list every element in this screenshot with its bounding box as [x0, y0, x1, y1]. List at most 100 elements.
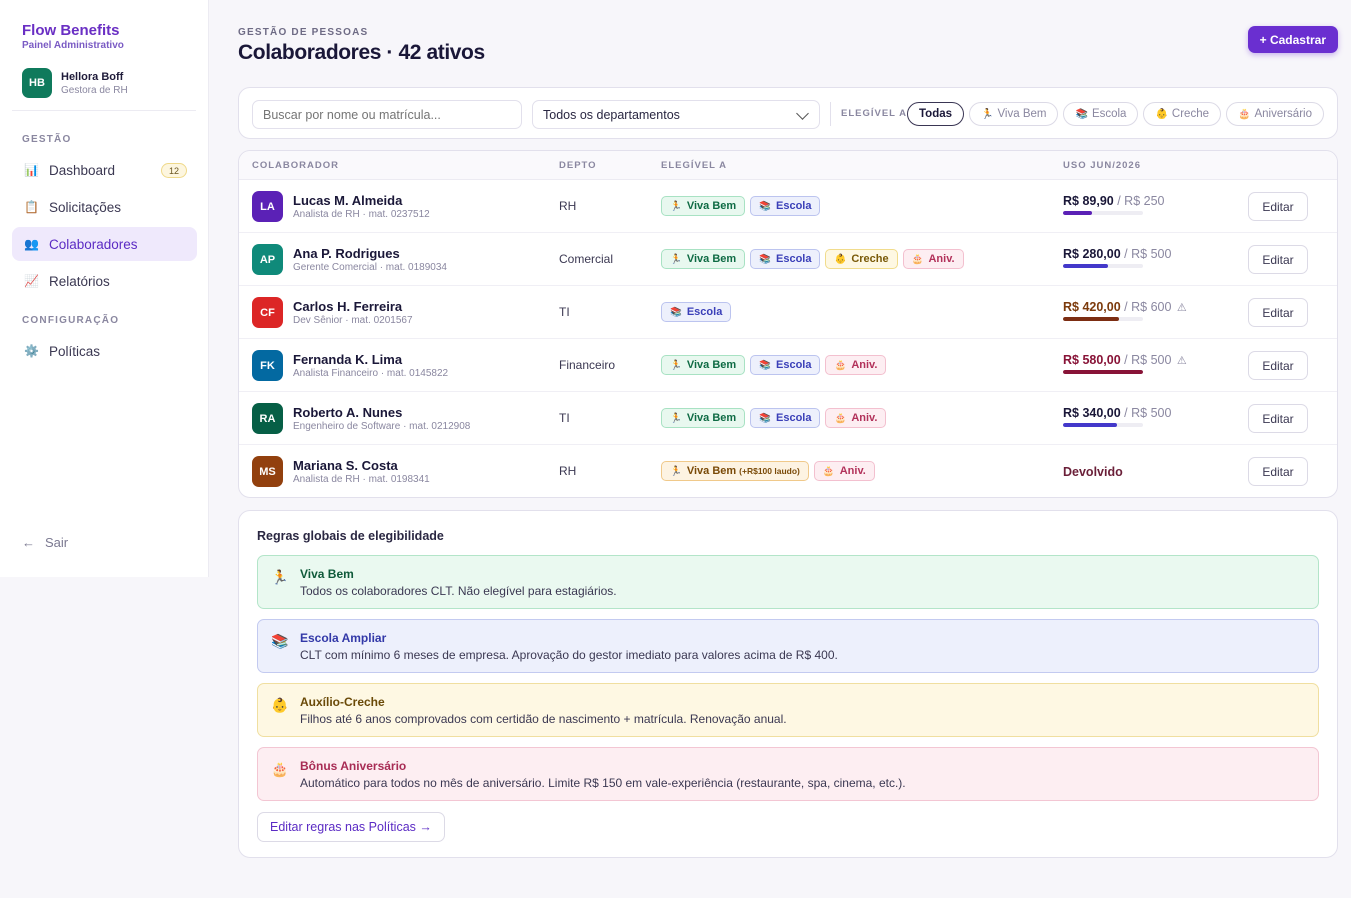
sidebar-item-colaboradores[interactable]: 👥 Colaboradores: [12, 227, 197, 261]
rule-description: Automático para todos no mês de aniversá…: [300, 776, 906, 790]
employee-name: Ana P. Rodrigues: [293, 246, 400, 261]
baby-icon: 👶: [834, 253, 847, 265]
benefit-tag-label: Aniv.: [851, 359, 878, 371]
filter-chip-viva-bem[interactable]: 🏃 Viva Bem: [969, 102, 1059, 126]
employee-name: Roberto A. Nunes: [293, 405, 403, 420]
usage-progress-bar: [1063, 370, 1143, 374]
usage-cell: R$ 580,00 / R$ 500 ⚠: [1063, 353, 1187, 374]
sidebar-section-configuracao: CONFIGURAÇÃO: [22, 315, 120, 326]
employee-department: RH: [559, 464, 577, 478]
running-icon: 🏃: [271, 569, 289, 585]
employee-department: TI: [559, 305, 570, 319]
benefit-tag: 📚 Escola: [750, 355, 821, 375]
usage-used: R$ 420,00: [1063, 300, 1121, 314]
usage-cell: R$ 420,00 / R$ 600 ⚠: [1063, 300, 1187, 321]
running-icon: 🏃: [670, 412, 682, 424]
cake-icon: 🎂: [911, 253, 924, 265]
benefit-tag: 🏃 Viva Bem: [661, 355, 746, 375]
edit-rules-link[interactable]: Editar regras nas Políticas →: [257, 812, 445, 842]
column-header-colaborador: COLABORADOR: [252, 160, 339, 171]
sidebar-item-label: Colaboradores: [49, 236, 138, 252]
filter-chip-label: Escola: [1091, 108, 1127, 120]
logout-button[interactable]: ← Sair: [22, 535, 68, 550]
edit-button[interactable]: Editar: [1248, 298, 1308, 327]
chart-icon: 📊: [24, 163, 39, 177]
sidebar-item-politicas[interactable]: ⚙️ Políticas: [12, 334, 197, 368]
usage-amount: R$ 280,00 / R$ 500: [1063, 247, 1171, 261]
benefit-tag-note: (+R$100 laudo): [739, 466, 800, 476]
usage-limit: / R$ 500: [1124, 353, 1172, 367]
benefit-tag: 🎂 Aniv.: [813, 461, 875, 481]
benefit-tag: 🎂 Aniv.: [825, 408, 887, 428]
usage-used: R$ 280,00: [1063, 247, 1121, 261]
rule-title: Escola Ampliar: [300, 631, 387, 645]
table-header: COLABORADOR DEPTO ELEGÍVEL A USO JUN/202…: [239, 151, 1337, 180]
search-input[interactable]: [252, 100, 522, 129]
table-row: CF Carlos H. Ferreira Dev Sênior · mat. 02…: [239, 286, 1337, 339]
usage-used: R$ 340,00: [1063, 406, 1121, 420]
filter-chip-escola[interactable]: 📚 Escola: [1063, 102, 1139, 126]
edit-button[interactable]: Editar: [1248, 245, 1308, 274]
filter-chip-aniversário[interactable]: 🎂 Aniversário: [1226, 102, 1324, 126]
usage-progress-bar: [1063, 423, 1143, 427]
books-icon: 📚: [670, 306, 682, 318]
benefit-tag: 🎂 Aniv.: [825, 355, 887, 375]
clipboard-icon: 📋: [24, 200, 39, 214]
usage-cell: R$ 280,00 / R$ 500: [1063, 247, 1171, 268]
edit-button[interactable]: Editar: [1248, 404, 1308, 433]
column-header-uso: USO JUN/2026: [1063, 160, 1142, 171]
sidebar: Flow Benefits Painel Administrativo HB H…: [0, 0, 209, 577]
usage-used: R$ 580,00: [1063, 353, 1121, 367]
running-icon: 🏃: [670, 359, 682, 371]
employee-department: RH: [559, 199, 577, 213]
employee-avatar: FK: [252, 350, 283, 381]
trend-chart-icon: 📈: [24, 274, 39, 288]
column-header-elegivel: ELEGÍVEL A: [661, 160, 727, 171]
benefit-tag-label: Aniv.: [928, 253, 955, 265]
sidebar-item-label: Políticas: [49, 343, 101, 359]
department-select-value: Todos os departamentos: [543, 107, 680, 122]
sidebar-divider: [12, 110, 196, 111]
sidebar-item-solicitacoes[interactable]: 📋 Solicitações: [12, 190, 197, 224]
edit-button[interactable]: Editar: [1248, 457, 1308, 486]
benefit-tag: 📚 Escola: [750, 196, 821, 216]
filter-chip-label: Todas: [919, 108, 953, 120]
usage-progress-fill: [1063, 423, 1118, 427]
books-icon: 📚: [1075, 108, 1088, 120]
baby-icon: 👶: [1155, 108, 1168, 120]
table-row: FK Fernanda K. Lima Analista Financeiro · …: [239, 339, 1337, 392]
department-select[interactable]: Todos os departamentos: [532, 100, 820, 129]
employee-department: TI: [559, 411, 570, 425]
table-row: MS Mariana S. Costa Analista de RH · mat. …: [239, 445, 1337, 497]
filter-chip-todas[interactable]: Todas: [907, 102, 965, 126]
books-icon: 📚: [271, 633, 289, 649]
usage-limit: / R$ 500: [1124, 247, 1172, 261]
running-icon: 🏃: [670, 253, 682, 265]
benefit-tag: 📚 Escola: [750, 408, 821, 428]
sidebar-item-relatorios[interactable]: 📈 Relatórios: [12, 264, 197, 298]
rules-title: Regras globais de elegibilidade: [257, 529, 444, 543]
rule-vivabem: 🏃 Viva Bem Todos os colaboradores CLT. Não…: [257, 555, 1319, 609]
add-employee-button[interactable]: + Cadastrar: [1247, 26, 1338, 53]
sidebar-item-dashboard[interactable]: 📊 Dashboard 12: [12, 153, 197, 187]
usage-cell: R$ 89,90 / R$ 250: [1063, 194, 1164, 215]
edit-button[interactable]: Editar: [1248, 192, 1308, 221]
employee-department: Comercial: [559, 252, 614, 266]
running-icon: 🏃: [670, 465, 682, 477]
running-icon: 🏃: [670, 200, 682, 212]
column-header-depto: DEPTO: [559, 160, 597, 171]
benefit-tag: 👶 Creche: [825, 249, 898, 269]
benefit-tags: 🏃 Viva Bem 📚 Escola 🎂 Aniv.: [661, 408, 887, 428]
rule-description: Filhos até 6 anos comprovados com certid…: [300, 712, 787, 726]
filter-chip-label: Viva Bem: [997, 108, 1047, 120]
employee-name: Lucas M. Almeida: [293, 193, 403, 208]
benefit-tag: 🏃 Viva Bem: [661, 249, 746, 269]
benefit-tag-label: Escola: [776, 200, 812, 212]
table-row: AP Ana P. Rodrigues Gerente Comercial · ma…: [239, 233, 1337, 286]
benefit-tag-label: Viva Bem: [686, 359, 737, 371]
chevron-down-icon: [796, 107, 809, 120]
edit-button[interactable]: Editar: [1248, 351, 1308, 380]
filter-chip-creche[interactable]: 👶 Creche: [1143, 102, 1221, 126]
benefit-tag-label: Viva Bem: [686, 253, 737, 265]
benefit-tags: 🏃 Viva Bem 📚 Escola 🎂 Aniv.: [661, 355, 887, 375]
